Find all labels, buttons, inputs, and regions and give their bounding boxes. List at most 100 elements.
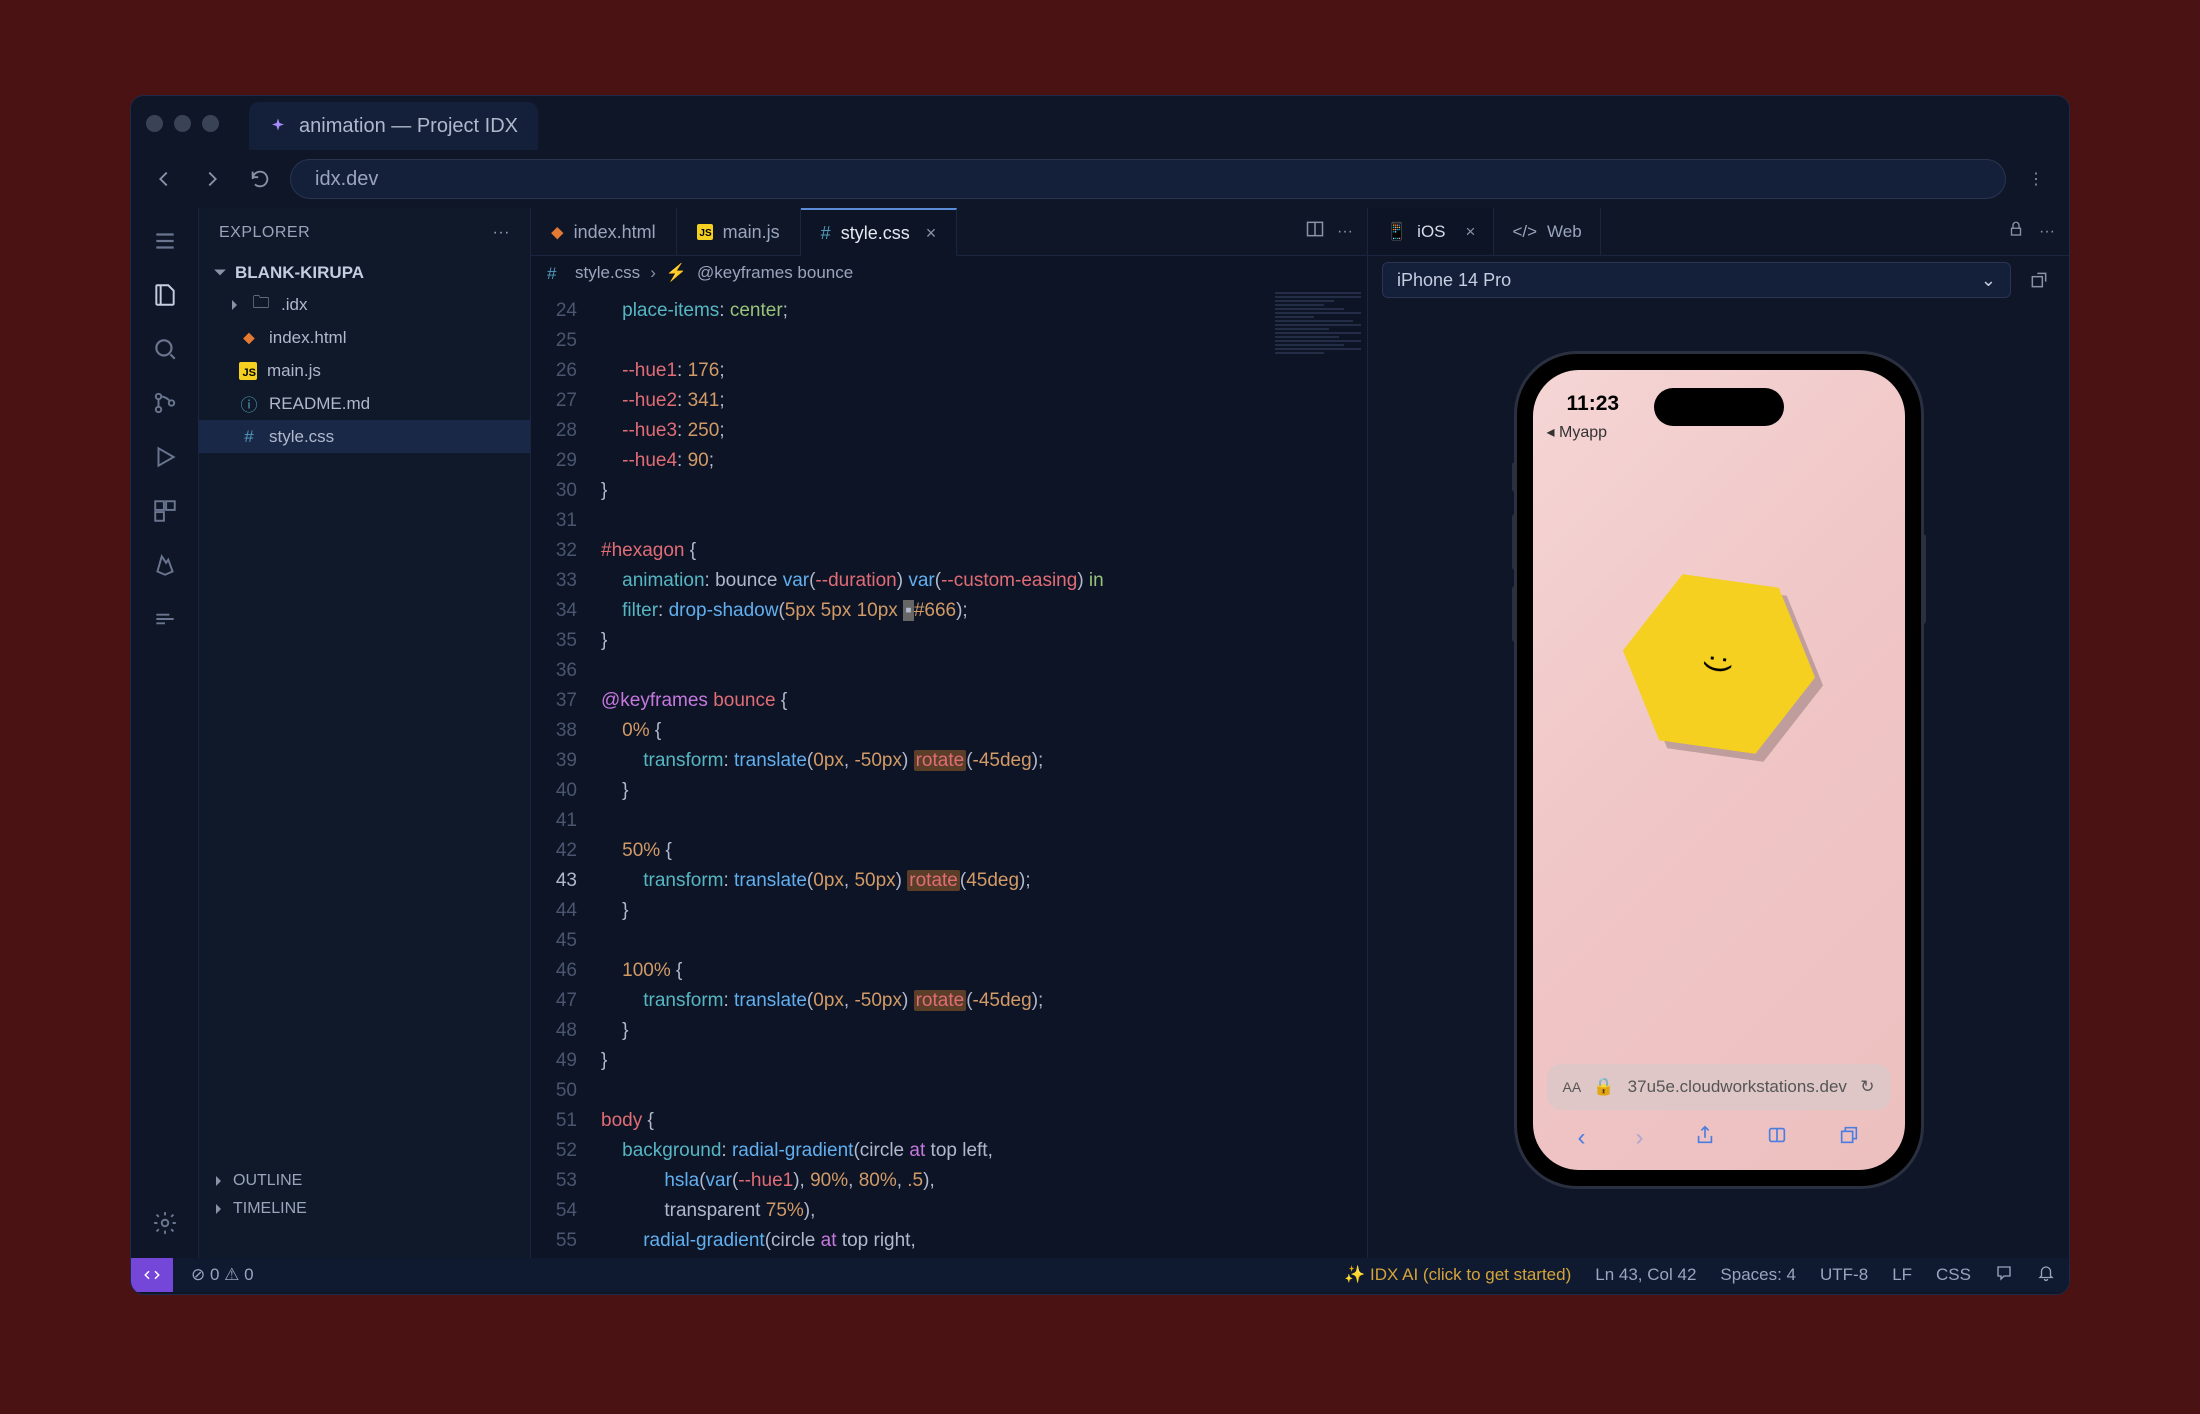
more-icon[interactable]: ··· [2039, 223, 2055, 241]
url-input[interactable]: idx.dev [290, 159, 2006, 199]
firebase-icon[interactable] [138, 540, 192, 590]
tab-index-html[interactable]: ⬥ index.html [531, 208, 677, 256]
url-text: idx.dev [315, 168, 378, 191]
run-debug-icon[interactable] [138, 432, 192, 482]
phone-preview-area: 11:23 ◂ Myapp :) AA 🔒 37u5e.cloudworksta… [1368, 304, 2069, 1258]
preview-tab-actions: ··· [2007, 208, 2069, 255]
problems-indicator[interactable]: ⊘ 0 ⚠ 0 [191, 1265, 254, 1285]
cursor-position[interactable]: Ln 43, Col 42 [1595, 1265, 1696, 1285]
safari-url-bar[interactable]: AA 🔒 37u5e.cloudworkstations.dev ↻ [1547, 1064, 1891, 1110]
more-icon[interactable]: ··· [1337, 223, 1353, 241]
lock-icon[interactable] [2007, 220, 2025, 243]
silence-switch [1512, 462, 1517, 492]
file-idx-folder[interactable]: 🗀 .idx [199, 288, 530, 321]
file-readme[interactable]: ⓘ README.md [199, 387, 530, 420]
indentation[interactable]: Spaces: 4 [1720, 1265, 1796, 1285]
device-bar: iPhone 14 Pro ⌄ [1368, 256, 2069, 304]
back-button[interactable] [146, 161, 182, 197]
file-label: README.md [269, 394, 370, 414]
source-control-icon[interactable] [138, 378, 192, 428]
code-content[interactable]: place-items: center; --hue1: 176; --hue2… [591, 290, 1104, 1258]
safari-toolbar: ‹ › [1533, 1116, 1905, 1160]
minimize-dot[interactable] [174, 115, 191, 132]
split-editor-icon[interactable] [1305, 219, 1325, 244]
html-icon: ⬥ [239, 328, 259, 348]
preview-tab-web[interactable]: </> Web [1494, 208, 1600, 255]
idx-ai-button[interactable]: ✨ IDX AI (click to get started) [1344, 1265, 1571, 1285]
menu-icon[interactable] [138, 216, 192, 266]
idx-icon[interactable] [138, 594, 192, 644]
css-icon: # [547, 264, 565, 282]
maximize-dot[interactable] [202, 115, 219, 132]
breadcrumb-symbol: @keyframes bounce [697, 263, 853, 283]
phone-screen[interactable]: 11:23 ◂ Myapp :) AA 🔒 37u5e.cloudworksta… [1533, 370, 1905, 1170]
remote-indicator[interactable] [131, 1258, 173, 1292]
file-label: index.html [269, 328, 346, 348]
keyframes-icon: ⚡ [666, 263, 687, 283]
titlebar: animation — Project IDX [131, 96, 2069, 150]
volume-down-button [1512, 586, 1517, 642]
phone-frame: 11:23 ◂ Myapp :) AA 🔒 37u5e.cloudworksta… [1517, 354, 1921, 1186]
device-select[interactable]: iPhone 14 Pro ⌄ [1382, 262, 2011, 298]
traffic-lights[interactable] [146, 115, 219, 132]
breadcrumb-file: style.css [575, 263, 640, 283]
status-bar: ⊘ 0 ⚠ 0 ✨ IDX AI (click to get started) … [131, 1258, 2069, 1292]
encoding[interactable]: UTF-8 [1820, 1265, 1868, 1285]
eol[interactable]: LF [1892, 1265, 1912, 1285]
sidebar-more-icon[interactable]: ··· [493, 224, 510, 242]
tab-label: iOS [1417, 222, 1445, 242]
html-icon: ⬥ [551, 222, 564, 243]
browser-tab-title: animation — Project IDX [299, 115, 518, 138]
close-dot[interactable] [146, 115, 163, 132]
bookmarks-icon[interactable] [1766, 1124, 1788, 1153]
close-icon[interactable]: × [1466, 222, 1476, 242]
file-main-js[interactable]: JS main.js [199, 354, 530, 387]
share-icon[interactable] [1694, 1124, 1716, 1153]
close-icon[interactable]: × [926, 223, 937, 244]
forward-icon[interactable]: › [1636, 1124, 1644, 1152]
file-index-html[interactable]: ⬥ index.html [199, 321, 530, 354]
timeline-label: TIMELINE [233, 1200, 307, 1218]
settings-icon[interactable] [138, 1198, 192, 1248]
forward-button[interactable] [194, 161, 230, 197]
phone-back-label[interactable]: ◂ Myapp [1547, 422, 1608, 442]
minimap[interactable] [1269, 290, 1367, 490]
project-name: BLANK-KIRUPA [235, 263, 364, 283]
timeline-section[interactable]: TIMELINE [199, 1194, 321, 1224]
js-icon: JS [697, 224, 713, 240]
outline-section[interactable]: OUTLINE [199, 1166, 316, 1196]
reload-icon[interactable]: ↻ [1860, 1077, 1874, 1097]
text-size-icon[interactable]: AA [1563, 1079, 1582, 1095]
idx-sparkle-icon [269, 117, 287, 135]
bell-icon[interactable] [2037, 1264, 2055, 1287]
breadcrumb[interactable]: # style.css › ⚡ @keyframes bounce [531, 256, 1367, 290]
explorer-icon[interactable] [138, 270, 192, 320]
extensions-icon[interactable] [138, 486, 192, 536]
volume-up-button [1512, 514, 1517, 570]
browser-menu-button[interactable]: ⋮ [2018, 169, 2054, 189]
sidebar-title: EXPLORER [219, 224, 310, 242]
popout-icon[interactable] [2023, 264, 2055, 296]
hexagon-face: :) [1700, 653, 1736, 676]
file-label: main.js [267, 361, 321, 381]
sidebar: EXPLORER ··· BLANK-KIRUPA 🗀 .idx ⬥ index… [199, 208, 531, 1258]
browser-tab[interactable]: animation — Project IDX [249, 102, 538, 150]
tab-label: main.js [723, 222, 780, 243]
tab-main-js[interactable]: JS main.js [677, 208, 801, 256]
file-style-css[interactable]: # style.css [199, 420, 530, 453]
search-icon[interactable] [138, 324, 192, 374]
reload-button[interactable] [242, 161, 278, 197]
preview-tab-ios[interactable]: 📱 iOS × [1368, 208, 1494, 255]
css-icon: # [239, 427, 259, 447]
code-editor[interactable]: 2425262728293031323334353637383940414243… [531, 290, 1367, 1258]
chevron-down-icon: ⌄ [1981, 270, 1996, 291]
language-mode[interactable]: CSS [1936, 1265, 1971, 1285]
editor-tabs: ⬥ index.html JS main.js # style.css × ··… [531, 208, 1367, 256]
sidebar-header: EXPLORER ··· [199, 208, 530, 258]
project-folder[interactable]: BLANK-KIRUPA [199, 258, 530, 288]
feedback-icon[interactable] [1995, 1264, 2013, 1287]
tabs-icon[interactable] [1838, 1124, 1860, 1153]
back-icon[interactable]: ‹ [1578, 1124, 1586, 1152]
tab-style-css[interactable]: # style.css × [801, 208, 958, 256]
tab-label: style.css [841, 223, 910, 244]
